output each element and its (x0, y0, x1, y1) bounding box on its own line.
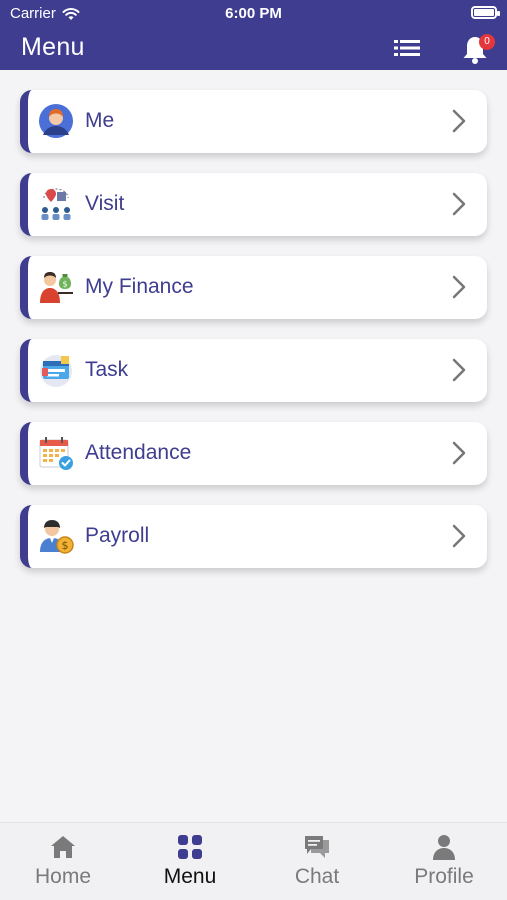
chevron-right-icon (452, 358, 466, 382)
profile-icon (433, 835, 455, 860)
payroll-coin-icon: $ (40, 520, 74, 554)
header-title-row: Menu 0 (0, 28, 507, 70)
tab-label: Menu (163, 865, 217, 888)
menu-item-attendance[interactable]: Attendance (20, 422, 487, 485)
task-board-icon (40, 355, 72, 387)
notifications-button[interactable]: 0 (460, 32, 496, 66)
tab-home[interactable]: Home (0, 823, 126, 900)
menu-item-label: Me (85, 109, 115, 132)
attendance-calendar-icon (39, 437, 73, 470)
page-title: Menu (21, 33, 85, 61)
menu-item-label: Payroll (85, 524, 150, 547)
menu-item-task[interactable]: Task (20, 339, 487, 402)
tab-profile[interactable]: Profile (381, 823, 507, 900)
tab-menu[interactable]: Menu (127, 823, 253, 900)
list-icon (394, 40, 420, 56)
chevron-right-icon (452, 192, 466, 216)
menu-list: Me Visit $ My Finance Task Attendance $ … (20, 90, 487, 588)
status-bar: Carrier 6:00 PM (0, 0, 507, 28)
tab-label: Profile (414, 865, 474, 888)
status-time: 6:00 PM (225, 5, 282, 22)
menu-item-label: My Finance (85, 275, 194, 298)
svg-text:$: $ (62, 280, 67, 289)
bottom-navigation: Home Menu Chat Profile (0, 822, 507, 900)
tab-chat[interactable]: Chat (254, 823, 380, 900)
battery-fill (474, 9, 494, 16)
chat-icon (305, 836, 329, 858)
menu-item-label: Attendance (85, 441, 192, 464)
person-avatar-icon (39, 104, 73, 138)
tab-label: Home (34, 865, 92, 888)
tab-label: Chat (294, 865, 340, 888)
menu-item-payroll[interactable]: $ Payroll (20, 505, 487, 568)
chevron-right-icon (452, 441, 466, 465)
chevron-right-icon (452, 275, 466, 299)
chevron-right-icon (452, 109, 466, 133)
finance-money-bag-icon: $ (40, 272, 73, 303)
svg-text:$: $ (62, 539, 69, 552)
menu-item-me[interactable]: Me (20, 90, 487, 153)
menu-item-label: Visit (85, 192, 125, 215)
list-view-button[interactable] (392, 36, 422, 60)
app-header: Carrier 6:00 PM Menu 0 (0, 0, 507, 70)
grid-menu-icon (178, 835, 202, 859)
visit-location-icon (41, 188, 71, 220)
menu-item-label: Task (85, 358, 129, 381)
notification-badge: 0 (479, 34, 495, 50)
home-icon (51, 836, 75, 858)
chevron-right-icon (452, 524, 466, 548)
battery-icon (471, 6, 500, 19)
menu-item-visit[interactable]: Visit (20, 173, 487, 236)
menu-item-my-finance[interactable]: $ My Finance (20, 256, 487, 319)
